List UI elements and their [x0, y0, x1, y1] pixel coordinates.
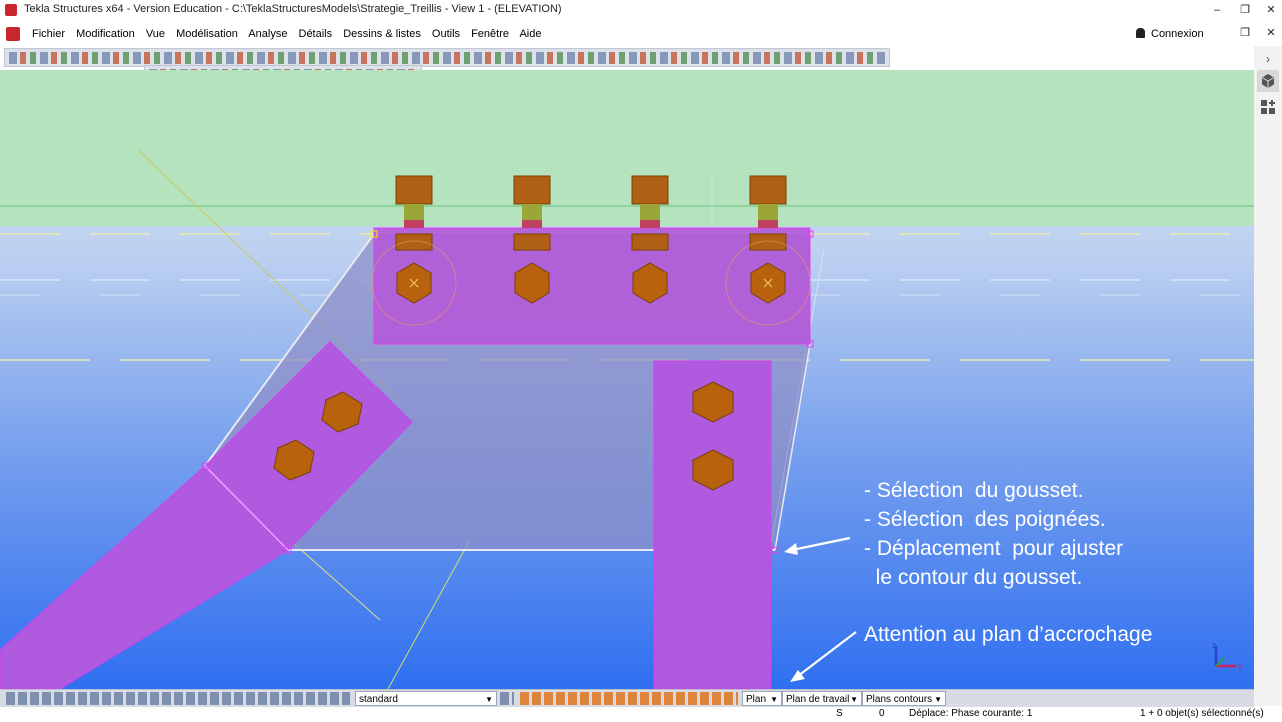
doc-close-button[interactable]: ✕	[1260, 25, 1282, 41]
bolt-head	[395, 233, 433, 251]
menu-modelisation[interactable]: Modélisation	[176, 28, 238, 40]
main-toolbar[interactable]	[4, 48, 890, 67]
side-panel: ›	[1254, 46, 1282, 706]
toolbar-icons[interactable]	[9, 52, 885, 64]
annotation-arrowhead	[784, 543, 798, 555]
expand-side-panel-button[interactable]: ›	[1257, 48, 1279, 70]
work-plane-warning: Attention au plan d’accrochage	[864, 623, 1153, 646]
bolt-nut	[631, 175, 669, 205]
filter-settings-icon[interactable]	[500, 692, 514, 705]
menu-fichier[interactable]: Fichier	[32, 28, 65, 40]
bolt-nut	[749, 175, 787, 205]
menu-details[interactable]: Détails	[299, 28, 333, 40]
close-button[interactable]: ✕	[1260, 2, 1282, 18]
cube-icon[interactable]	[1257, 70, 1279, 92]
steps-annotation: - Sélection du gousset. - Sélection des …	[864, 479, 1124, 589]
tekla-logo-icon	[5, 4, 17, 16]
menu-modification[interactable]: Modification	[76, 28, 135, 40]
selection-filter-value: standard	[359, 694, 398, 705]
bolt-head	[631, 233, 669, 251]
selection-filter-select[interactable]: standard ▼	[355, 691, 497, 706]
maximize-button[interactable]: ❐	[1234, 2, 1256, 18]
connexion-button[interactable]: Connexion	[1136, 28, 1204, 40]
snap-switches-icons[interactable]	[520, 692, 738, 705]
work-plane-select[interactable]: Plan de travail ▼	[782, 691, 862, 706]
menu-items: Fichier Modification Vue Modélisation An…	[32, 28, 549, 40]
bolt-washer	[640, 220, 660, 228]
connexion-label: Connexion	[1151, 28, 1204, 40]
menu-fenetre[interactable]: Fenêtre	[471, 28, 509, 40]
menu-dessins-listes[interactable]: Dessins & listes	[343, 28, 421, 40]
contour-planes-value: Plans contours	[866, 694, 933, 705]
bolt-washer	[522, 220, 542, 228]
green-background-zone	[0, 70, 1254, 226]
minimize-button[interactable]: –	[1206, 2, 1228, 18]
bolt-head	[749, 233, 787, 251]
annotation-arrow	[791, 536, 851, 552]
tekla-menu-icon[interactable]	[6, 27, 20, 41]
bolt-washer	[758, 220, 778, 228]
bottom-status-bar: S 0 Déplace: Phase courante: 1 1 + 0 obj…	[0, 707, 1282, 722]
work-plane-value: Plan de travail	[786, 694, 850, 705]
dropdown-arrow-icon: ▼	[485, 695, 493, 704]
construction-line	[387, 539, 471, 689]
components-icon-glyph	[1261, 100, 1275, 114]
status-toolbar: standard ▼ Plan ▼ Plan de travail ▼ Plans c…	[0, 689, 1254, 708]
snap-key-indicator: S	[836, 708, 843, 719]
model-drawing[interactable]: z x	[0, 70, 1254, 689]
window-title: Tekla Structures x64 - Version Education…	[24, 3, 562, 15]
contour-planes-select[interactable]: Plans contours ▼	[862, 691, 946, 706]
bolt-nut	[513, 175, 551, 205]
plane-mode-select[interactable]: Plan ▼	[742, 691, 782, 706]
counter-indicator: 0	[879, 708, 885, 719]
bolt-head	[513, 233, 551, 251]
top-plate[interactable]	[373, 227, 811, 345]
menu-vue[interactable]: Vue	[146, 28, 165, 40]
dropdown-arrow-icon: ▼	[850, 695, 858, 704]
plane-mode-value: Plan	[746, 694, 767, 705]
title-bar: Tekla Structures x64 - Version Education…	[0, 0, 1282, 20]
menu-analyse[interactable]: Analyse	[248, 28, 287, 40]
model-viewport[interactable]: z x - Sélection du gousset. - Sélection …	[0, 70, 1254, 689]
svg-text:z: z	[1212, 641, 1216, 650]
menu-bar: Fichier Modification Vue Modélisation An…	[0, 24, 1282, 46]
dropdown-arrow-icon: ▼	[770, 695, 778, 704]
selection-count: 1 + 0 objet(s) sélectionné(s)	[1140, 708, 1264, 719]
doc-restore-button[interactable]: ❐	[1234, 25, 1256, 41]
user-icon	[1136, 28, 1145, 38]
status-message: Déplace: Phase courante: 1	[909, 708, 1033, 719]
construction-line	[289, 539, 381, 621]
menu-aide[interactable]: Aide	[519, 28, 541, 40]
bolt-nut	[395, 175, 433, 205]
menu-outils[interactable]: Outils	[432, 28, 460, 40]
bolt-washer	[404, 220, 424, 228]
components-icon[interactable]	[1257, 96, 1279, 118]
cube-icon-glyph	[1261, 74, 1275, 88]
svg-text:x: x	[1238, 662, 1242, 671]
selection-switches-icons[interactable]	[6, 692, 350, 705]
annotation-arrow	[797, 631, 857, 677]
dropdown-arrow-icon: ▼	[934, 695, 942, 704]
axis-indicator-icon: z x	[1212, 641, 1242, 671]
